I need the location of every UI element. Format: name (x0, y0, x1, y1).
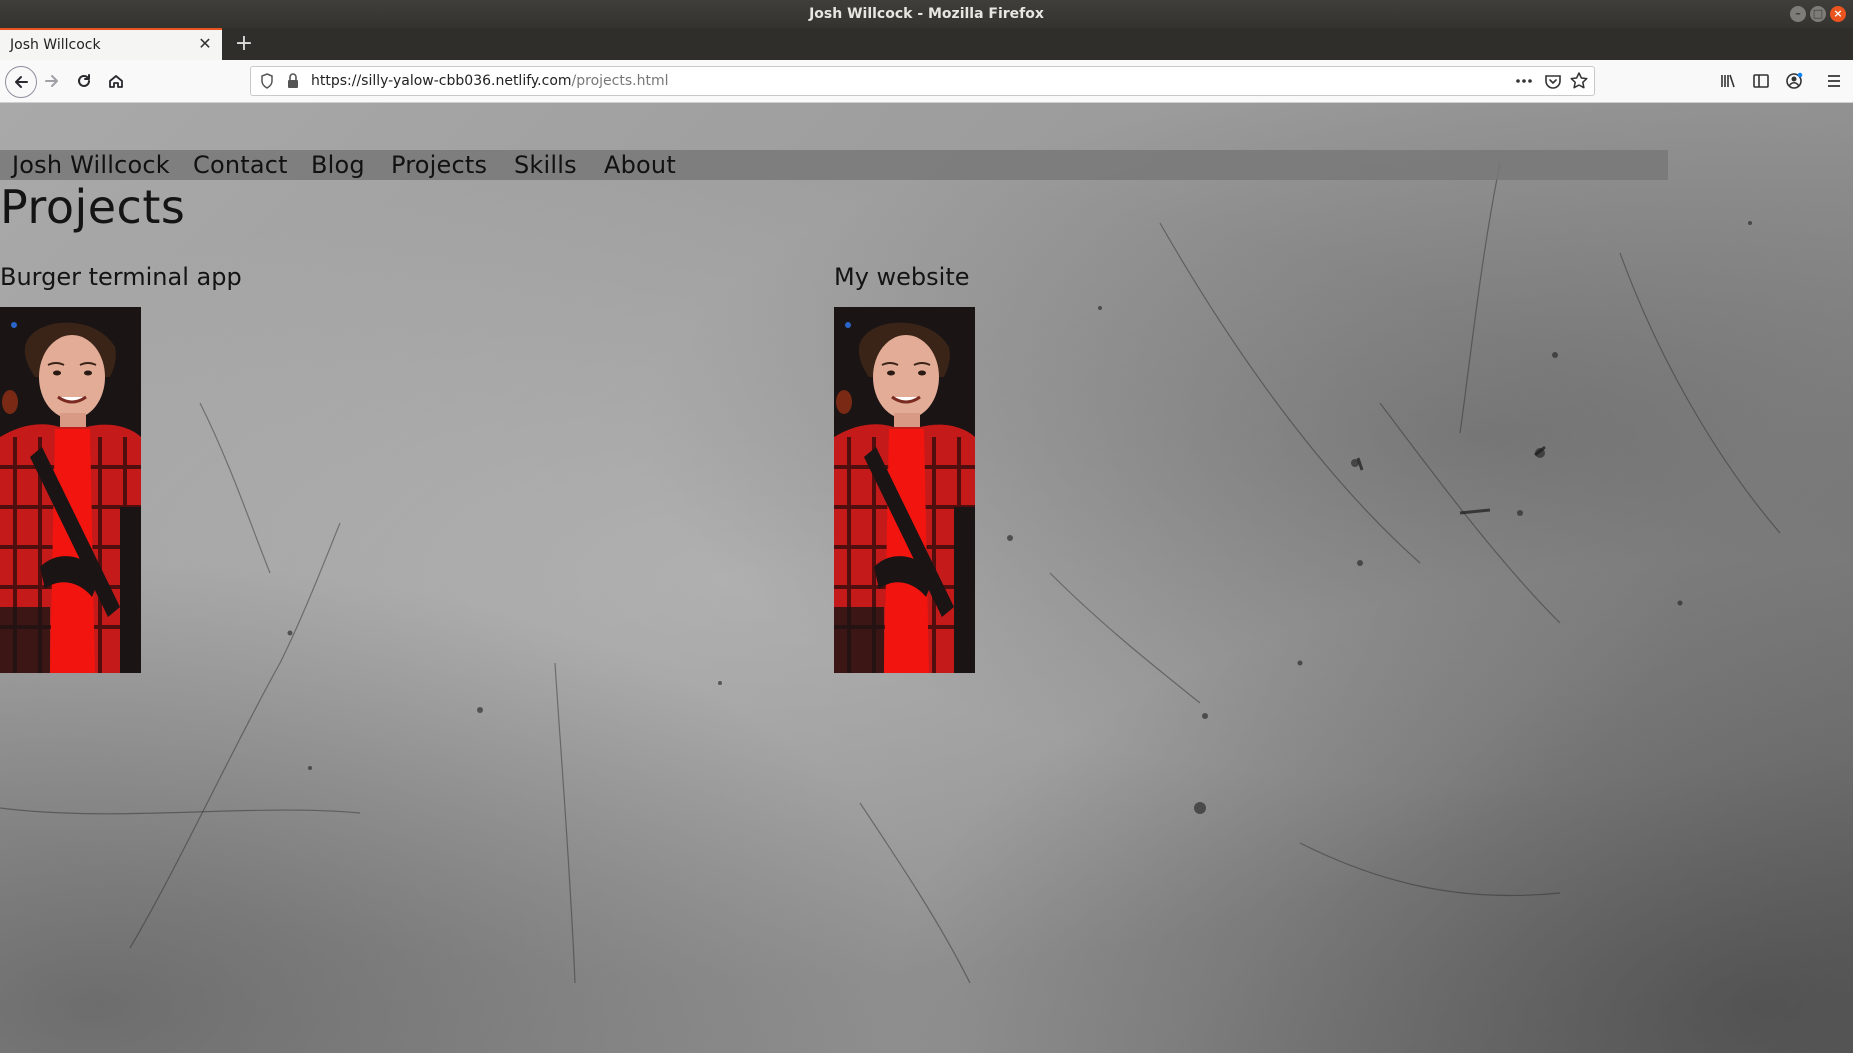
tab-close-icon[interactable]: ✕ (196, 35, 214, 53)
library-icon (1721, 74, 1735, 88)
page-viewport: Josh Willcock Contact Blog Projects Skil… (0, 103, 1853, 1053)
url-text[interactable]: https://silly-yalow-cbb036.netlify.com/p… (311, 73, 668, 89)
page-actions-icon[interactable] (1513, 71, 1535, 95)
maximize-button[interactable]: □ (1810, 6, 1826, 22)
nav-link-skills[interactable]: Skills (514, 150, 577, 180)
project-title: My website (834, 263, 970, 291)
tab-title: Josh Willcock (10, 37, 101, 53)
account-icon (1786, 72, 1803, 89)
project-image (0, 307, 141, 673)
home-icon (109, 75, 123, 88)
forward-button[interactable] (38, 67, 66, 95)
close-icon: × (1833, 7, 1843, 20)
page-title: Projects (0, 180, 186, 234)
nav-brand-link[interactable]: Josh Willcock (12, 150, 170, 180)
maximize-icon: □ (1812, 7, 1824, 20)
hamburger-menu-icon (1828, 75, 1840, 87)
back-arrow-icon (15, 76, 28, 88)
window-title: Josh Willcock - Mozilla Firefox (809, 6, 1044, 22)
close-window-button[interactable]: × (1830, 6, 1846, 22)
tab-strip: Josh Willcock ✕ + (0, 28, 1853, 60)
site-nav: Josh Willcock Contact Blog Projects Skil… (0, 150, 1668, 180)
minimize-icon: – (1795, 7, 1801, 20)
tracking-shield-icon[interactable] (259, 72, 275, 94)
project-card: Burger terminal app (0, 263, 242, 673)
url-host: https://silly-yalow-cbb036.netlify.com (311, 73, 572, 89)
project-card: My website (834, 263, 975, 673)
url-path: /projects.html (571, 73, 669, 89)
window-titlebar: Josh Willcock - Mozilla Firefox – □ × (0, 0, 1853, 28)
sidebar-button[interactable] (1747, 67, 1775, 95)
reload-icon (78, 74, 90, 87)
nav-link-contact[interactable]: Contact (193, 150, 288, 180)
forward-arrow-icon (45, 75, 58, 87)
browser-tab[interactable]: Josh Willcock ✕ (0, 28, 222, 60)
profile-photo-icon (0, 307, 141, 673)
reload-button[interactable] (70, 67, 98, 95)
nav-link-about[interactable]: About (604, 150, 676, 180)
pocket-icon[interactable] (1543, 71, 1563, 95)
nav-link-blog[interactable]: Blog (311, 150, 365, 180)
sidebar-icon (1753, 74, 1769, 88)
project-title: Burger terminal app (0, 263, 242, 291)
nav-link-projects[interactable]: Projects (391, 150, 487, 180)
account-button[interactable] (1780, 67, 1808, 95)
navigation-toolbar: https://silly-yalow-cbb036.netlify.com/p… (0, 60, 1853, 103)
project-image (834, 307, 975, 673)
lock-icon[interactable] (286, 72, 300, 94)
minimize-button[interactable]: – (1790, 6, 1806, 22)
hamburger-menu-button[interactable] (1820, 67, 1848, 95)
home-button[interactable] (102, 67, 130, 95)
new-tab-button[interactable]: + (230, 30, 258, 58)
bookmark-star-icon[interactable] (1569, 71, 1589, 95)
url-bar[interactable]: https://silly-yalow-cbb036.netlify.com/p… (250, 66, 1595, 96)
library-button[interactable] (1714, 67, 1742, 95)
back-button[interactable] (5, 66, 37, 98)
profile-photo-icon (834, 307, 975, 673)
